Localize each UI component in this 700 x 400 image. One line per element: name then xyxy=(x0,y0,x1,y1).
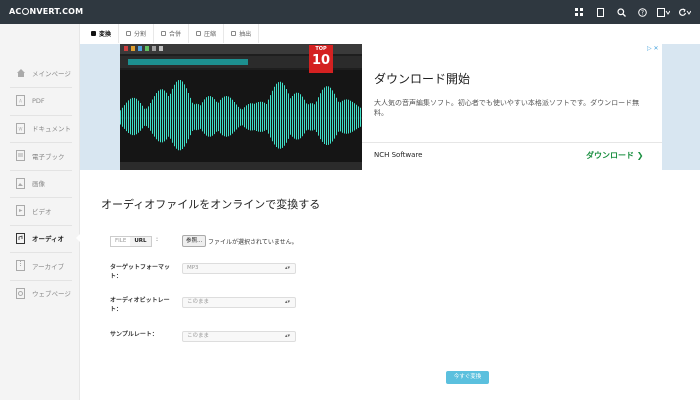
sidebar-item-label: ウェブページ xyxy=(32,290,71,298)
tab[interactable]: 圧縮 xyxy=(189,24,225,43)
checkbox-icon xyxy=(91,31,96,36)
sample-rate-value: このまま xyxy=(187,333,210,339)
sidebar-item[interactable]: メインページ xyxy=(0,60,80,86)
language-icon[interactable] xyxy=(653,0,673,24)
tab[interactable]: 合併 xyxy=(154,24,190,43)
file-toggle[interactable]: FILE xyxy=(111,237,130,246)
select-arrows-icon: ▴▾ xyxy=(284,265,290,271)
ad-cta-label: ダウンロード xyxy=(586,151,634,160)
svg-text:?: ? xyxy=(640,9,643,16)
select-arrows-icon: ▴▾ xyxy=(284,299,290,305)
browse-button[interactable]: 参照... xyxy=(182,235,207,247)
tab[interactable]: 変換 xyxy=(84,24,120,43)
home-icon xyxy=(15,67,26,79)
sidebar-item-label: 画像 xyxy=(32,180,45,188)
sidebar-item[interactable]: ビデオ xyxy=(0,198,80,224)
top-navbar: AC NVERT.COM ? xyxy=(0,0,700,24)
bookmark-icon[interactable] xyxy=(590,0,610,24)
svg-text:A: A xyxy=(19,99,22,104)
sample-rate-label: サンプルレート： xyxy=(110,331,158,338)
page-title: オーディオファイルをオンラインで変換する xyxy=(101,198,321,211)
toggle-colon: : xyxy=(156,236,159,243)
badge-number: 10 xyxy=(311,53,331,68)
video-icon xyxy=(15,205,26,217)
ad-title[interactable]: ダウンロード開始 xyxy=(374,70,470,87)
tab-label: 圧縮 xyxy=(204,31,217,38)
chevron-right-icon: ❯ xyxy=(636,151,644,160)
convert-now-button[interactable]: 今すぐ変換 xyxy=(446,371,489,384)
sidebar-item[interactable]: W ドキュメント xyxy=(0,115,80,141)
sidebar-item-label: ドキュメント xyxy=(32,125,71,133)
help-icon[interactable]: ? xyxy=(632,0,652,24)
tab-label: 抽出 xyxy=(239,31,252,38)
grid-icon[interactable] xyxy=(569,0,589,24)
tab-label: 合併 xyxy=(169,31,182,38)
ad-advertiser: NCH Software xyxy=(374,151,423,159)
checkbox-icon xyxy=(231,31,237,36)
select-arrows-icon: ▴▾ xyxy=(284,333,290,339)
checkbox-icon xyxy=(161,31,167,36)
sidebar-item[interactable]: 電子ブック xyxy=(0,143,80,169)
audio-bitrate-label: オーディオビットレート： xyxy=(110,297,170,313)
image-icon xyxy=(15,177,26,189)
audio-icon xyxy=(15,232,26,244)
sidebar-item-label: PDF xyxy=(32,96,45,105)
sidebar-item[interactable]: アーカイブ xyxy=(0,253,80,279)
sidebar-item[interactable]: オーディオ xyxy=(0,225,81,251)
search-icon[interactable] xyxy=(611,0,631,24)
top-icon-group: ? xyxy=(568,0,694,24)
tool-tabs: 変換 分割 合併 圧縮 抽出 xyxy=(84,24,260,43)
webpage-icon xyxy=(15,287,26,299)
target-format-value: MP3 xyxy=(187,265,199,271)
pdf-icon: A xyxy=(15,95,26,107)
logo-ring-icon xyxy=(21,8,29,15)
no-file-label: ファイルが選択されていません。 xyxy=(208,239,298,246)
ebook-icon xyxy=(15,150,26,162)
target-format-label: ターゲットフォーマット： xyxy=(110,264,171,280)
svg-text:W: W xyxy=(19,126,23,131)
ad-description: 大人気の音声編集ソフト。初心者でも使いやすい本格派ソフトです。ダウンロード無料。 xyxy=(374,99,640,117)
sidebar-item[interactable]: A PDF xyxy=(0,88,80,114)
refresh-icon[interactable] xyxy=(674,0,694,24)
logo-suffix: NVERT.COM xyxy=(29,7,84,16)
badge-top-label: TOP xyxy=(315,46,327,52)
site-logo[interactable]: AC NVERT.COM xyxy=(9,7,83,16)
sidebar-item-label: ビデオ xyxy=(32,207,52,216)
sidebar-item[interactable]: ウェブページ xyxy=(0,280,80,306)
document-icon: W xyxy=(15,122,26,134)
url-toggle[interactable]: URL xyxy=(130,237,151,246)
top10-badge: TOP 10 xyxy=(309,45,333,73)
audio-bitrate-value: このまま xyxy=(187,299,210,305)
logo-prefix: AC xyxy=(9,7,22,16)
checkbox-icon xyxy=(126,31,132,36)
sidebar-item-label: 電子ブック xyxy=(32,152,65,161)
ad-download-button[interactable]: ダウンロード ❯ xyxy=(586,150,644,161)
sidebar-item-label: アーカイブ xyxy=(32,262,65,271)
sidebar-item-label: メインページ xyxy=(32,70,71,78)
sample-rate-select[interactable]: このまま ▴▾ xyxy=(182,331,296,342)
tab[interactable]: 分割 xyxy=(119,24,155,43)
target-format-select[interactable]: MP3 ▴▾ xyxy=(182,263,296,274)
archive-icon xyxy=(15,260,26,272)
source-toggle: FILE URL xyxy=(110,236,152,247)
checkbox-icon xyxy=(196,31,202,36)
tab-label: 変換 xyxy=(99,31,112,38)
tab[interactable]: 抽出 xyxy=(224,24,260,43)
audio-bitrate-select[interactable]: このまま ▴▾ xyxy=(182,297,296,308)
sidebar-item[interactable]: 画像 xyxy=(0,170,80,196)
ad-divider xyxy=(362,142,662,143)
tab-label: 分割 xyxy=(134,31,147,38)
ad-choices-icon[interactable]: ▷ ✕ xyxy=(647,45,659,52)
sidebar-item-label: オーディオ xyxy=(32,235,65,243)
